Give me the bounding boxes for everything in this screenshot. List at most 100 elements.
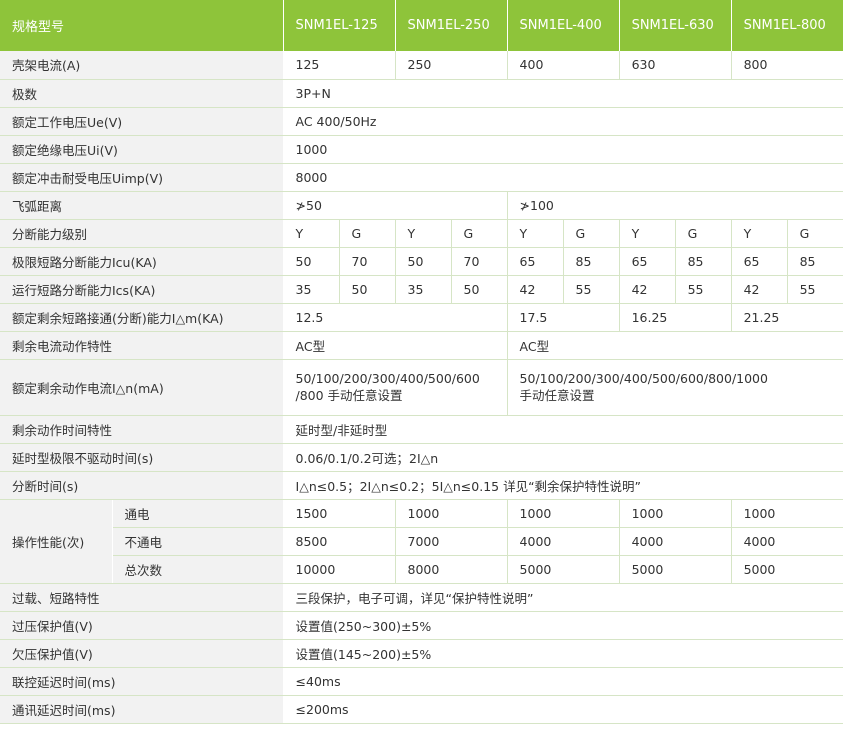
cell: I△n≤0.5；2I△n≤0.2；5I△n≤0.15 详见“剩余保护特性说明” xyxy=(283,471,843,500)
model-header: SNM1EL-800 xyxy=(731,0,843,51)
cell: 5000 xyxy=(731,555,843,584)
table-row: 通讯延迟时间(ms) ≤200ms xyxy=(0,695,843,724)
cell: 70 xyxy=(451,247,508,276)
model-header: SNM1EL-400 xyxy=(507,0,620,51)
cell: 65 xyxy=(731,247,788,276)
row-sublabel: 通电 xyxy=(112,499,284,528)
cell: 1000 xyxy=(283,135,843,164)
table-row: 联控延迟时间(ms) ≤40ms xyxy=(0,667,843,696)
table-row: 分断时间(s) I△n≤0.5；2I△n≤0.2；5I△n≤0.15 详见“剩余… xyxy=(0,471,843,500)
cell: 0.06/0.1/0.2可选；2I△n xyxy=(283,443,843,472)
table-row: 延时型极限不驱动时间(s) 0.06/0.1/0.2可选；2I△n xyxy=(0,443,843,472)
row-label: 极数 xyxy=(0,79,284,108)
row-label: 联控延迟时间(ms) xyxy=(0,667,284,696)
cell: 8500 xyxy=(283,527,396,556)
cell: G xyxy=(339,219,396,248)
row-label: 通讯延迟时间(ms) xyxy=(0,695,284,724)
table-header-row: 规格型号 SNM1EL-125 SNM1EL-250 SNM1EL-400 SN… xyxy=(0,0,843,51)
cell: AC 400/50Hz xyxy=(283,107,843,136)
row-sublabel: 不通电 xyxy=(112,527,284,556)
cell: 50/100/200/300/400/500/600 /800 手动任意设置 xyxy=(283,359,508,416)
row-label: 分断时间(s) xyxy=(0,471,284,500)
cell: 125 xyxy=(283,51,396,80)
table-row: 额定绝缘电压Ui(V) 1000 xyxy=(0,135,843,164)
cell: 50 xyxy=(283,247,340,276)
cell: ≯100 xyxy=(507,191,843,220)
table-row: 极限短路分断能力Icu(KA) 50 70 50 70 65 85 65 85 … xyxy=(0,247,843,276)
cell: 400 xyxy=(507,51,620,80)
cell: 50/100/200/300/400/500/600/800/1000 手动任意… xyxy=(507,359,843,416)
table-row: 不通电 8500 7000 4000 4000 4000 xyxy=(0,527,843,556)
cell: 55 xyxy=(563,275,620,304)
cell: 70 xyxy=(339,247,396,276)
cell: 1000 xyxy=(619,499,732,528)
cell: 1000 xyxy=(395,499,508,528)
table-row: 剩余动作时间特性 延时型/非延时型 xyxy=(0,415,843,444)
cell: 65 xyxy=(619,247,676,276)
cell: 1500 xyxy=(283,499,396,528)
table-row: 运行短路分断能力Ics(KA) 35 50 35 50 42 55 42 55 … xyxy=(0,275,843,304)
cell: 85 xyxy=(563,247,620,276)
table-row: 极数 3P+N xyxy=(0,79,843,108)
cell: 250 xyxy=(395,51,508,80)
row-label: 运行短路分断能力Ics(KA) xyxy=(0,275,284,304)
cell: 55 xyxy=(787,275,843,304)
table-row: 额定剩余动作电流I△n(mA) 50/100/200/300/400/500/6… xyxy=(0,359,843,416)
cell: 50 xyxy=(451,275,508,304)
model-header: SNM1EL-630 xyxy=(619,0,732,51)
cell: 630 xyxy=(619,51,732,80)
table-row: 过载、短路特性 三段保护，电子可调，详见“保护特性说明” xyxy=(0,583,843,612)
table-row: 额定工作电压Ue(V) AC 400/50Hz xyxy=(0,107,843,136)
cell: 42 xyxy=(507,275,564,304)
cell: 5000 xyxy=(619,555,732,584)
cell: 50 xyxy=(395,247,452,276)
row-label: 剩余电流动作特性 xyxy=(0,331,284,360)
table-row: 额定剩余短路接通(分断)能力I△m(KA) 12.5 17.5 16.25 21… xyxy=(0,303,843,332)
row-label: 操作性能(次) xyxy=(0,499,113,584)
row-sublabel: 总次数 xyxy=(112,555,284,584)
cell: 4000 xyxy=(731,527,843,556)
cell: 8000 xyxy=(283,163,843,192)
row-label: 剩余动作时间特性 xyxy=(0,415,284,444)
cell: ≤200ms xyxy=(283,695,843,724)
cell: 5000 xyxy=(507,555,620,584)
table-row: 操作性能(次) 通电 1500 1000 1000 1000 1000 xyxy=(0,499,843,584)
cell: 8000 xyxy=(395,555,508,584)
row-label: 额定绝缘电压Ui(V) xyxy=(0,135,284,164)
cell: 12.5 xyxy=(283,303,508,332)
table-row: 分断能力级别 Y G Y G Y G Y G Y G xyxy=(0,219,843,248)
cell: 4000 xyxy=(507,527,620,556)
cell: 1000 xyxy=(507,499,620,528)
cell: 85 xyxy=(675,247,732,276)
cell: 85 xyxy=(787,247,843,276)
row-label: 额定冲击耐受电压Uimp(V) xyxy=(0,163,284,192)
cell: 延时型/非延时型 xyxy=(283,415,843,444)
cell: 65 xyxy=(507,247,564,276)
cell: 800 xyxy=(731,51,843,80)
table-row: 过压保护值(V) 设置值(250~300)±5% xyxy=(0,611,843,640)
model-header: SNM1EL-250 xyxy=(395,0,508,51)
table-row: 飞弧距离 ≯50 ≯100 xyxy=(0,191,843,220)
table-row: 总次数 10000 8000 5000 5000 5000 xyxy=(0,555,843,584)
cell: 35 xyxy=(395,275,452,304)
cell: 三段保护，电子可调，详见“保护特性说明” xyxy=(283,583,843,612)
cell: 17.5 xyxy=(507,303,620,332)
cell: 设置值(145~200)±5% xyxy=(283,639,843,668)
cell: 4000 xyxy=(619,527,732,556)
cell: 55 xyxy=(675,275,732,304)
table-row: 欠压保护值(V) 设置值(145~200)±5% xyxy=(0,639,843,668)
row-label: 额定剩余动作电流I△n(mA) xyxy=(0,359,284,416)
cell: 42 xyxy=(619,275,676,304)
row-label: 延时型极限不驱动时间(s) xyxy=(0,443,284,472)
row-label: 壳架电流(A) xyxy=(0,51,284,80)
cell: ≯50 xyxy=(283,191,508,220)
cell: 10000 xyxy=(283,555,396,584)
row-label: 飞弧距离 xyxy=(0,191,284,220)
cell: Y xyxy=(507,219,564,248)
table-row: 额定冲击耐受电压Uimp(V) 8000 xyxy=(0,163,843,192)
table-row: 壳架电流(A) 125 250 400 630 800 xyxy=(0,51,843,80)
cell: G xyxy=(563,219,620,248)
row-label: 过载、短路特性 xyxy=(0,583,284,612)
cell: 35 xyxy=(283,275,340,304)
cell: 50 xyxy=(339,275,396,304)
